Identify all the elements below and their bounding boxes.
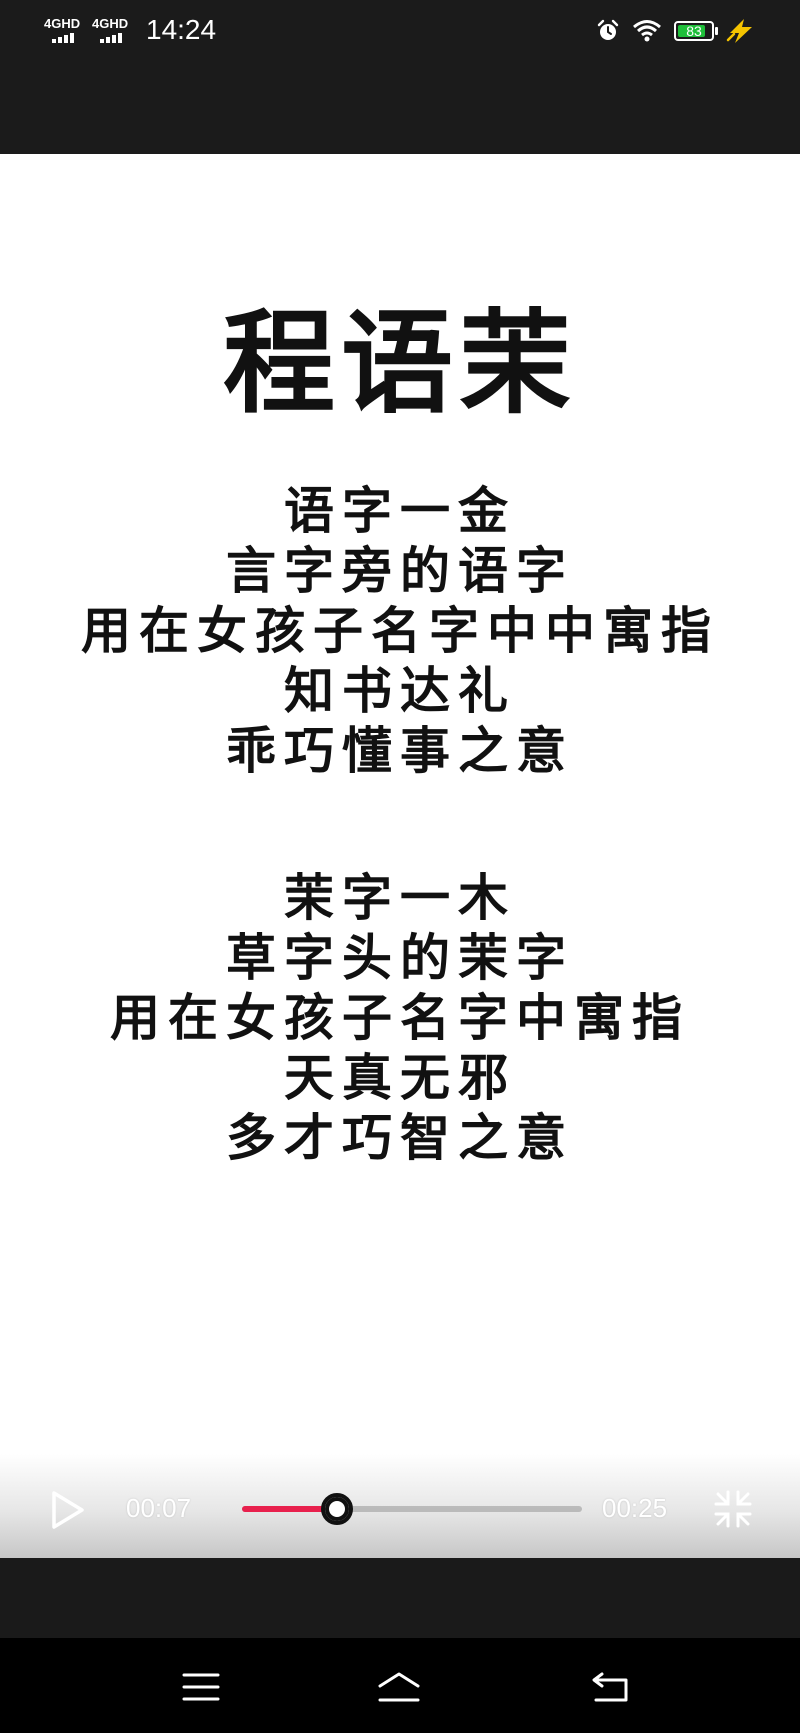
- paragraph-1-line: 言字旁的语字: [226, 541, 574, 600]
- paragraph-2: 茉字一木 草字头的茉字 用在女孩子名字中寓指 天真无邪 多才巧智之意: [0, 868, 800, 1168]
- seek-bar[interactable]: [242, 1493, 582, 1525]
- charging-bolt-icon: [726, 19, 752, 43]
- signal-bars-icon: [100, 31, 122, 43]
- status-bar-right: 83: [596, 18, 756, 44]
- signal-sim-1: 4GHD: [44, 17, 82, 43]
- paragraph-1-line: 语字一金: [284, 481, 516, 540]
- video-frame[interactable]: 程语茉 语字一金 言字旁的语字 用在女孩子名字中中寓指 知书达礼 乖巧懂事之意 …: [0, 154, 800, 1558]
- signal-sim-2: 4GHD: [92, 17, 130, 43]
- paragraph-2-line: 多才巧智之意: [226, 1108, 574, 1167]
- status-bar-left: 4GHD 4GHD 14:24: [44, 14, 216, 46]
- navigation-bar: [0, 1638, 800, 1733]
- alarm-icon: [597, 19, 619, 40]
- player-controls: 00:07 00:25: [0, 1454, 800, 1558]
- wifi-icon: [633, 20, 661, 42]
- battery-level: 83: [686, 23, 702, 39]
- status-bar: 4GHD 4GHD 14:24 83: [0, 0, 800, 154]
- video-bottom-bar: [0, 1558, 800, 1638]
- network-type-2: 4GHD: [92, 16, 129, 31]
- total-time: 00:25: [602, 1493, 668, 1523]
- battery-icon: 83: [674, 21, 718, 41]
- paragraph-2-line: 茉字一木: [284, 868, 516, 927]
- current-time: 00:07: [126, 1493, 192, 1523]
- video-title-text: 程语茉: [223, 298, 577, 429]
- paragraph-1-line: 知书达礼: [284, 661, 516, 720]
- back-icon[interactable]: [588, 1670, 634, 1704]
- seek-thumb[interactable]: [321, 1493, 354, 1525]
- paragraph-2-line: 天真无邪: [284, 1048, 516, 1107]
- paragraph-1-line: 用在女孩子名字中中寓指: [81, 601, 719, 660]
- paragraph-2-line: 用在女孩子名字中寓指: [110, 988, 690, 1047]
- paragraph-2-line: 草字头的茉字: [226, 928, 574, 987]
- network-type-1: 4GHD: [44, 16, 81, 31]
- signal-bars-icon: [52, 31, 74, 43]
- home-icon[interactable]: [376, 1670, 422, 1704]
- paragraph-1: 语字一金 言字旁的语字 用在女孩子名字中中寓指 知书达礼 乖巧懂事之意: [0, 481, 800, 781]
- paragraph-1-line: 乖巧懂事之意: [226, 721, 574, 780]
- status-time: 14:24: [146, 14, 217, 45]
- menu-icon[interactable]: [178, 1670, 224, 1704]
- fullscreen-exit-icon[interactable]: [714, 1490, 752, 1528]
- play-icon[interactable]: [50, 1490, 86, 1530]
